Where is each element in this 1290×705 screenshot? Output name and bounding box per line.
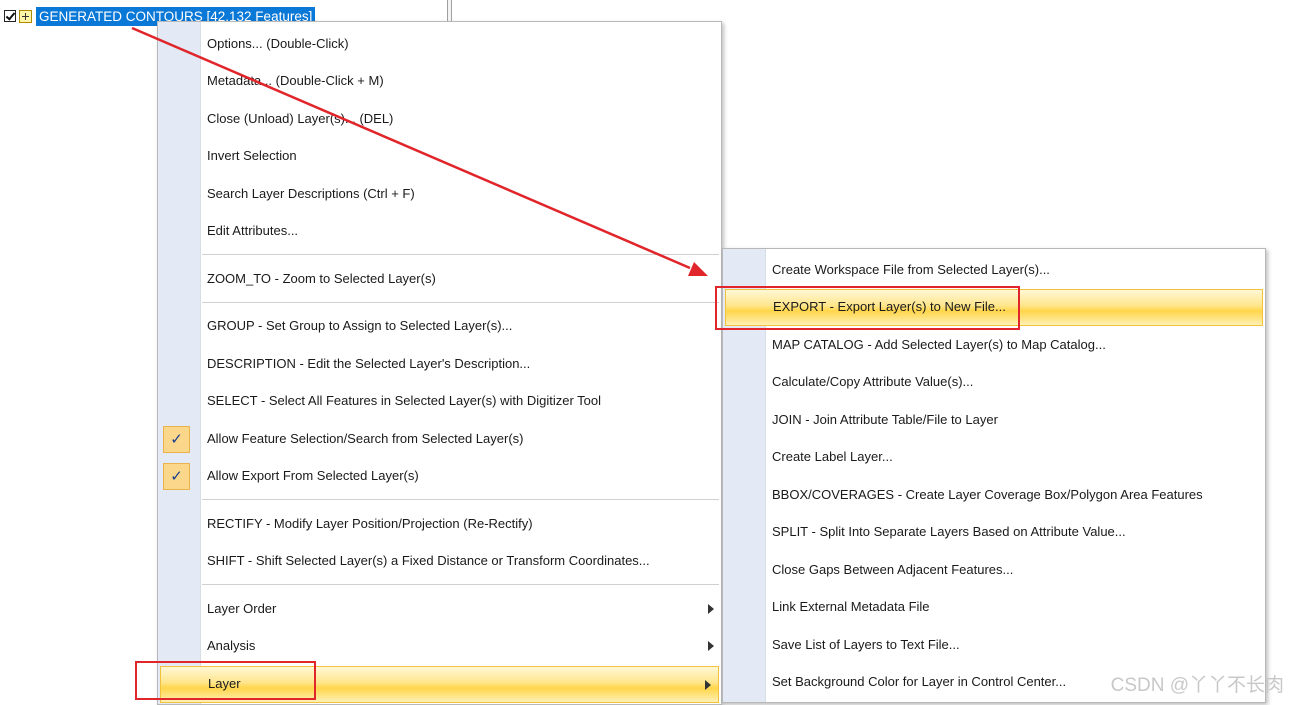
annotation-arrowhead — [688, 262, 708, 276]
annotation-arrow-line — [131, 26, 691, 270]
annotation-arrow — [131, 26, 708, 276]
watermark: CSDN @丫丫不长肉 — [1110, 675, 1284, 696]
